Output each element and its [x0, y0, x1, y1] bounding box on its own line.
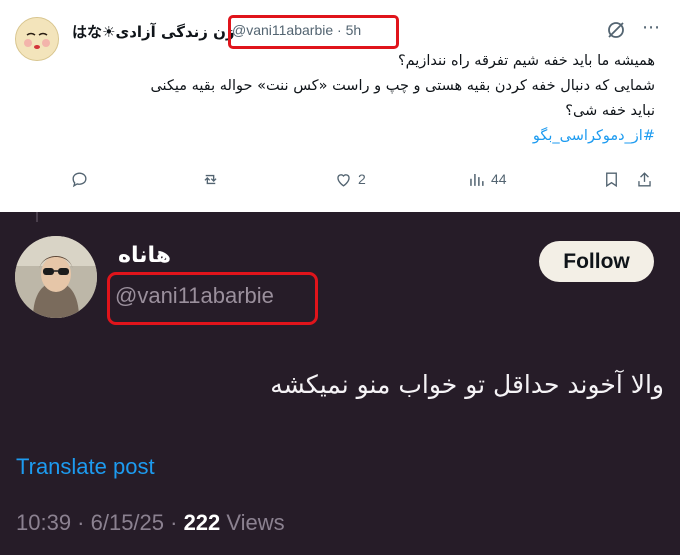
- translate-post-link[interactable]: Translate post: [16, 454, 155, 480]
- handle-highlight-box: [107, 272, 318, 325]
- avatar[interactable]: [15, 236, 97, 318]
- like-button[interactable]: 2: [334, 165, 366, 193]
- tweet-line: همیشه ما باید خفه شیم تفرقه راه نندازیم؟: [397, 53, 655, 69]
- avatar[interactable]: [15, 17, 59, 61]
- main-tweet: هاناه @vani11abarbie Follow والا آخوند ح…: [0, 212, 680, 555]
- tweet-text: همیشه ما باید خفه شیم تفرقه راه نندازیم؟…: [75, 49, 655, 149]
- doll-face-icon: [16, 18, 58, 60]
- views-button[interactable]: 44: [467, 165, 507, 193]
- views-label: Views: [220, 510, 285, 535]
- display-name[interactable]: هاناه: [118, 243, 171, 268]
- tweet-text: والا آخوند حداقل تو خواب منو نمیکشه: [270, 370, 664, 399]
- bookmark-icon: [606, 171, 617, 187]
- share-button[interactable]: [635, 165, 654, 193]
- hashtag-link[interactable]: #از_دموکراسی_بگو: [75, 124, 655, 149]
- heart-icon: [337, 173, 350, 187]
- views-count: 44: [491, 171, 507, 187]
- follow-button[interactable]: Follow: [539, 241, 654, 282]
- action-bar: 2 44: [70, 165, 660, 193]
- bar-chart-icon: [470, 173, 484, 186]
- display-name[interactable]: زن زندگی آزادی☀︎はな: [72, 21, 235, 42]
- views-count: 222: [183, 510, 221, 535]
- share-icon: [638, 171, 651, 187]
- profile-photo-icon: [15, 236, 97, 318]
- handle-highlight-box: [228, 15, 399, 49]
- quoted-tweet[interactable]: زن زندگی آزادی☀︎はな @vani11abarbie · 5h ⋯…: [0, 0, 680, 212]
- more-options-icon[interactable]: ⋯: [639, 18, 663, 38]
- retweet-button[interactable]: [201, 165, 225, 193]
- reply-icon: [72, 171, 87, 187]
- like-count: 2: [358, 171, 366, 187]
- timestamp[interactable]: 10:39 · 6/15/25 ·: [16, 510, 184, 535]
- tweet-line: نباید خفه شی؟: [565, 103, 655, 119]
- grok-icon[interactable]: [606, 20, 626, 40]
- reply-button[interactable]: [70, 165, 94, 193]
- tweet-line: شمایی که دنبال خفه کردن بقیه هستی و چپ و…: [150, 78, 655, 94]
- bookmark-button[interactable]: [602, 165, 621, 193]
- thread-connector: [36, 212, 38, 222]
- tweet-meta: 10:39 · 6/15/25 · 222 Views: [16, 510, 285, 536]
- retweet-icon: [204, 174, 217, 184]
